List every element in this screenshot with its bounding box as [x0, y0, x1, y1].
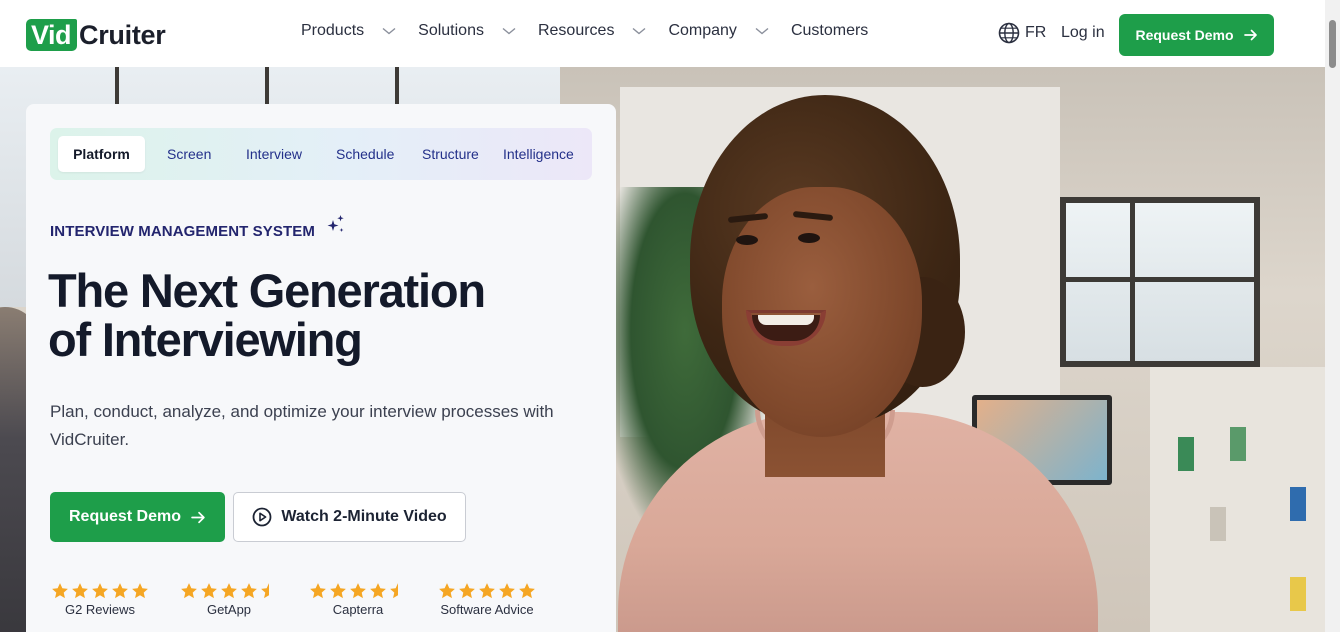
globe-icon	[998, 22, 1020, 44]
star-icon	[499, 583, 515, 599]
tab-interview[interactable]: Interview	[246, 146, 302, 162]
chevron-down-icon	[382, 27, 396, 35]
play-circle-icon	[252, 507, 272, 527]
button-label: Request Demo	[1135, 27, 1234, 43]
star-icon	[310, 583, 326, 599]
rating-label: Capterra	[332, 602, 384, 617]
star-icon	[519, 583, 535, 599]
rating-capterra[interactable]: Capterra	[303, 582, 413, 617]
logo-mark: Vid	[26, 19, 78, 51]
login-link[interactable]: Log in	[1061, 24, 1105, 42]
tab-structure[interactable]: Structure	[422, 146, 479, 162]
rating-g2[interactable]: G2 Reviews	[45, 582, 155, 617]
nav-item-solutions[interactable]: Solutions	[418, 22, 516, 40]
nav-item-company[interactable]: Company	[668, 22, 769, 40]
rating-label: GetApp	[206, 602, 252, 617]
scrollbar-thumb[interactable]	[1329, 20, 1336, 68]
vidcruiter-logo[interactable]: Vid Cruiter	[26, 19, 166, 51]
request-demo-button[interactable]: Request Demo	[50, 492, 225, 542]
button-label: Request Demo	[68, 508, 182, 525]
arrow-right-icon	[191, 511, 205, 523]
eye	[736, 235, 758, 245]
chevron-down-icon	[755, 27, 769, 35]
nav-item-label: Resources	[537, 22, 615, 39]
tab-platform[interactable]: Platform	[58, 136, 145, 172]
nav-item-label: Solutions	[418, 22, 484, 39]
rating-getapp[interactable]: GetApp	[174, 582, 284, 617]
star-icon	[181, 583, 197, 599]
nav-item-resources[interactable]: Resources	[538, 22, 646, 40]
product-tabs: Platform Screen Interview Schedule Struc…	[50, 128, 592, 180]
rating-software-advice[interactable]: Software Advice	[432, 582, 542, 617]
star-icon	[261, 583, 277, 599]
header-request-demo-button[interactable]: Request Demo	[1119, 14, 1274, 56]
button-label: Watch 2-Minute Video	[281, 508, 447, 525]
star-icon	[92, 583, 108, 599]
tab-intelligence[interactable]: Intelligence	[503, 146, 574, 162]
logo-wordmark: Cruiter	[79, 20, 166, 50]
star-icon	[439, 583, 455, 599]
star-icon	[132, 583, 148, 599]
language-switcher[interactable]: FR	[998, 22, 1046, 44]
headline-line-1: The Next Generation	[48, 264, 486, 317]
nav-item-customers[interactable]: Customers	[791, 22, 868, 40]
star-icon	[330, 583, 346, 599]
star-icon	[390, 583, 406, 599]
star-icon	[52, 583, 68, 599]
star-icon	[479, 583, 495, 599]
site-header: Vid Cruiter Products Solutions Resources…	[0, 0, 1325, 67]
star-rating	[45, 582, 155, 600]
tab-schedule[interactable]: Schedule	[336, 146, 394, 162]
arrow-right-icon	[1243, 29, 1257, 41]
nav-item-label: Products	[301, 22, 365, 39]
tab-screen[interactable]: Screen	[167, 146, 211, 162]
star-icon	[72, 583, 88, 599]
hero-subtext: Plan, conduct, analyze, and optimize you…	[50, 402, 554, 449]
chevron-down-icon	[633, 27, 646, 35]
nav-item-label: Company	[668, 22, 737, 39]
watch-video-button[interactable]: Watch 2-Minute Video	[233, 492, 466, 542]
star-icon	[201, 583, 217, 599]
headline-line-2: of Interviewing	[48, 313, 363, 366]
star-icon	[241, 583, 257, 599]
main-nav: Products Solutions Resources Company Cus…	[301, 22, 868, 40]
star-rating	[432, 582, 542, 600]
rating-label: Software Advice	[440, 602, 534, 617]
star-icon	[370, 583, 386, 599]
eye	[798, 233, 820, 243]
star-icon	[112, 583, 128, 599]
hero-card: Platform Screen Interview Schedule Struc…	[26, 104, 616, 632]
nav-item-products[interactable]: Products	[301, 22, 396, 40]
page-scrollbar[interactable]	[1325, 0, 1340, 632]
sparkle-icon	[327, 215, 344, 232]
eyebrow-label: INTERVIEW MANAGEMENT SYSTEM	[50, 223, 315, 240]
star-rating	[303, 582, 413, 600]
hero-headline: The Next Generation of Interviewing	[48, 264, 486, 366]
star-rating	[174, 582, 284, 600]
chevron-down-icon	[502, 27, 516, 35]
star-icon	[221, 583, 237, 599]
star-icon	[459, 583, 475, 599]
nav-item-label: Customers	[790, 22, 869, 39]
teeth	[758, 315, 814, 325]
rating-label: G2 Reviews	[64, 602, 136, 617]
language-label: FR	[1025, 24, 1047, 41]
star-icon	[350, 583, 366, 599]
